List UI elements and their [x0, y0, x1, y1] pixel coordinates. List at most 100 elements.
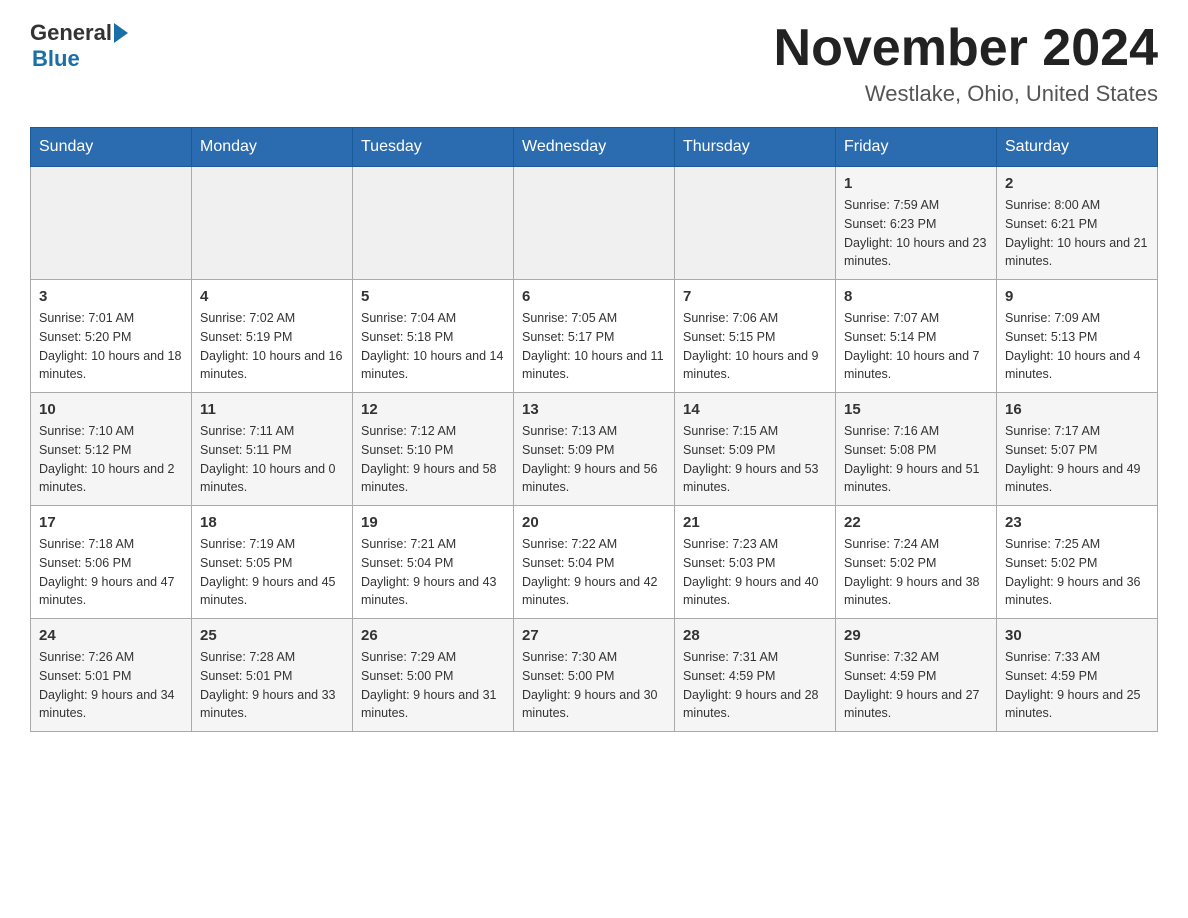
- header-day-wednesday: Wednesday: [514, 128, 675, 167]
- calendar-cell: 5Sunrise: 7:04 AMSunset: 5:18 PMDaylight…: [353, 280, 514, 393]
- day-info: Sunrise: 7:29 AMSunset: 5:00 PMDaylight:…: [361, 648, 505, 723]
- day-info: Sunrise: 7:05 AMSunset: 5:17 PMDaylight:…: [522, 309, 666, 384]
- page-header: General Blue November 2024 Westlake, Ohi…: [30, 20, 1158, 107]
- logo-blue-text: Blue: [32, 46, 80, 72]
- calendar-week-row: 3 Sunrise: 7:01 AMSunset: 5:20 PMDaylight…: [31, 280, 1158, 393]
- calendar-cell: 23 Sunrise: 7:25 AMSunset: 5:02 PMDayligh…: [997, 506, 1158, 619]
- day-info: Sunrise: 7:26 AMSunset: 5:01 PMDaylight:…: [39, 648, 183, 723]
- day-info: Sunrise: 7:25 AMSunset: 5:02 PMDaylight:…: [1005, 535, 1149, 610]
- day-info: Sunrise: 7:09 AMSunset: 5:13 PMDaylight:…: [1005, 309, 1149, 384]
- day-number: 2: [1005, 175, 1149, 192]
- day-number: 20: [522, 514, 666, 531]
- calendar-header-row: SundayMondayTuesdayWednesdayThursdayFrid…: [31, 128, 1158, 167]
- day-info: Sunrise: 7:04 AMSunset: 5:18 PMDaylight:…: [361, 309, 505, 384]
- day-number: 26: [361, 627, 505, 644]
- calendar-cell: [353, 167, 514, 280]
- day-info: Sunrise: 7:15 AMSunset: 5:09 PMDaylight:…: [683, 422, 827, 497]
- calendar-cell: 1Sunrise: 7:59 AMSunset: 6:23 PMDaylight…: [836, 167, 997, 280]
- header-day-tuesday: Tuesday: [353, 128, 514, 167]
- calendar-cell: 17Sunrise: 7:18 AMSunset: 5:06 PMDayligh…: [31, 506, 192, 619]
- day-number: 10: [39, 401, 183, 418]
- day-info: Sunrise: 7:10 AMSunset: 5:12 PMDaylight:…: [39, 422, 183, 497]
- calendar-week-row: 17Sunrise: 7:18 AMSunset: 5:06 PMDayligh…: [31, 506, 1158, 619]
- day-info: Sunrise: 7:06 AMSunset: 5:15 PMDaylight:…: [683, 309, 827, 384]
- day-info: Sunrise: 7:33 AMSunset: 4:59 PMDaylight:…: [1005, 648, 1149, 723]
- calendar-cell: [514, 167, 675, 280]
- day-number: 28: [683, 627, 827, 644]
- day-number: 13: [522, 401, 666, 418]
- calendar-cell: [31, 167, 192, 280]
- calendar-week-row: 24 Sunrise: 7:26 AMSunset: 5:01 PMDayligh…: [31, 619, 1158, 732]
- day-number: 25: [200, 627, 344, 644]
- day-info: Sunrise: 7:16 AMSunset: 5:08 PMDaylight:…: [844, 422, 988, 497]
- day-info: Sunrise: 7:13 AMSunset: 5:09 PMDaylight:…: [522, 422, 666, 497]
- calendar-cell: 30Sunrise: 7:33 AMSunset: 4:59 PMDayligh…: [997, 619, 1158, 732]
- header-day-sunday: Sunday: [31, 128, 192, 167]
- day-number: 11: [200, 401, 344, 418]
- day-info: Sunrise: 7:11 AMSunset: 5:11 PMDaylight:…: [200, 422, 344, 497]
- logo-general-text: General: [30, 20, 112, 46]
- calendar-cell: 19Sunrise: 7:21 AMSunset: 5:04 PMDayligh…: [353, 506, 514, 619]
- day-info: Sunrise: 7:12 AMSunset: 5:10 PMDaylight:…: [361, 422, 505, 497]
- day-number: 15: [844, 401, 988, 418]
- day-info: Sunrise: 7:30 AMSunset: 5:00 PMDaylight:…: [522, 648, 666, 723]
- day-number: 1: [844, 175, 988, 192]
- title-area: November 2024 Westlake, Ohio, United Sta…: [774, 20, 1158, 107]
- day-info: Sunrise: 7:19 AMSunset: 5:05 PMDaylight:…: [200, 535, 344, 610]
- day-number: 4: [200, 288, 344, 305]
- header-day-thursday: Thursday: [675, 128, 836, 167]
- calendar-cell: 9Sunrise: 7:09 AMSunset: 5:13 PMDaylight…: [997, 280, 1158, 393]
- calendar-cell: 29 Sunrise: 7:32 AMSunset: 4:59 PMDayligh…: [836, 619, 997, 732]
- location-title: Westlake, Ohio, United States: [774, 81, 1158, 107]
- day-number: 27: [522, 627, 666, 644]
- day-info: Sunrise: 7:22 AMSunset: 5:04 PMDaylight:…: [522, 535, 666, 610]
- day-info: Sunrise: 7:23 AMSunset: 5:03 PMDaylight:…: [683, 535, 827, 610]
- calendar-cell: 14 Sunrise: 7:15 AMSunset: 5:09 PMDayligh…: [675, 393, 836, 506]
- calendar-cell: [675, 167, 836, 280]
- calendar-cell: 3 Sunrise: 7:01 AMSunset: 5:20 PMDaylight…: [31, 280, 192, 393]
- day-number: 17: [39, 514, 183, 531]
- calendar-cell: 24 Sunrise: 7:26 AMSunset: 5:01 PMDayligh…: [31, 619, 192, 732]
- calendar-cell: 11 Sunrise: 7:11 AMSunset: 5:11 PMDayligh…: [192, 393, 353, 506]
- calendar-cell: 6 Sunrise: 7:05 AMSunset: 5:17 PMDaylight…: [514, 280, 675, 393]
- calendar-cell: 15 Sunrise: 7:16 AMSunset: 5:08 PMDayligh…: [836, 393, 997, 506]
- day-number: 12: [361, 401, 505, 418]
- header-day-friday: Friday: [836, 128, 997, 167]
- day-number: 21: [683, 514, 827, 531]
- day-number: 6: [522, 288, 666, 305]
- calendar-cell: 13 Sunrise: 7:13 AMSunset: 5:09 PMDayligh…: [514, 393, 675, 506]
- calendar-cell: 25Sunrise: 7:28 AMSunset: 5:01 PMDayligh…: [192, 619, 353, 732]
- calendar-cell: 26 Sunrise: 7:29 AMSunset: 5:00 PMDayligh…: [353, 619, 514, 732]
- day-info: Sunrise: 7:21 AMSunset: 5:04 PMDaylight:…: [361, 535, 505, 610]
- header-day-monday: Monday: [192, 128, 353, 167]
- calendar-cell: 12 Sunrise: 7:12 AMSunset: 5:10 PMDayligh…: [353, 393, 514, 506]
- calendar-cell: 8Sunrise: 7:07 AMSunset: 5:14 PMDaylight…: [836, 280, 997, 393]
- calendar-cell: 7 Sunrise: 7:06 AMSunset: 5:15 PMDaylight…: [675, 280, 836, 393]
- day-number: 7: [683, 288, 827, 305]
- day-number: 14: [683, 401, 827, 418]
- day-number: 16: [1005, 401, 1149, 418]
- day-info: Sunrise: 7:24 AMSunset: 5:02 PMDaylight:…: [844, 535, 988, 610]
- day-number: 18: [200, 514, 344, 531]
- logo: General Blue: [30, 20, 128, 72]
- calendar-table: SundayMondayTuesdayWednesdayThursdayFrid…: [30, 127, 1158, 732]
- day-number: 3: [39, 288, 183, 305]
- header-day-saturday: Saturday: [997, 128, 1158, 167]
- day-info: Sunrise: 8:00 AMSunset: 6:21 PMDaylight:…: [1005, 196, 1149, 271]
- calendar-week-row: 10 Sunrise: 7:10 AMSunset: 5:12 PMDayligh…: [31, 393, 1158, 506]
- calendar-cell: 22Sunrise: 7:24 AMSunset: 5:02 PMDayligh…: [836, 506, 997, 619]
- day-info: Sunrise: 7:02 AMSunset: 5:19 PMDaylight:…: [200, 309, 344, 384]
- calendar-cell: 18 Sunrise: 7:19 AMSunset: 5:05 PMDayligh…: [192, 506, 353, 619]
- day-info: Sunrise: 7:32 AMSunset: 4:59 PMDaylight:…: [844, 648, 988, 723]
- month-title: November 2024: [774, 20, 1158, 77]
- day-info: Sunrise: 7:01 AMSunset: 5:20 PMDaylight:…: [39, 309, 183, 384]
- day-info: Sunrise: 7:17 AMSunset: 5:07 PMDaylight:…: [1005, 422, 1149, 497]
- day-number: 23: [1005, 514, 1149, 531]
- day-number: 29: [844, 627, 988, 644]
- day-number: 24: [39, 627, 183, 644]
- day-info: Sunrise: 7:31 AMSunset: 4:59 PMDaylight:…: [683, 648, 827, 723]
- calendar-week-row: 1Sunrise: 7:59 AMSunset: 6:23 PMDaylight…: [31, 167, 1158, 280]
- calendar-cell: 16 Sunrise: 7:17 AMSunset: 5:07 PMDayligh…: [997, 393, 1158, 506]
- day-number: 8: [844, 288, 988, 305]
- calendar-cell: 4 Sunrise: 7:02 AMSunset: 5:19 PMDaylight…: [192, 280, 353, 393]
